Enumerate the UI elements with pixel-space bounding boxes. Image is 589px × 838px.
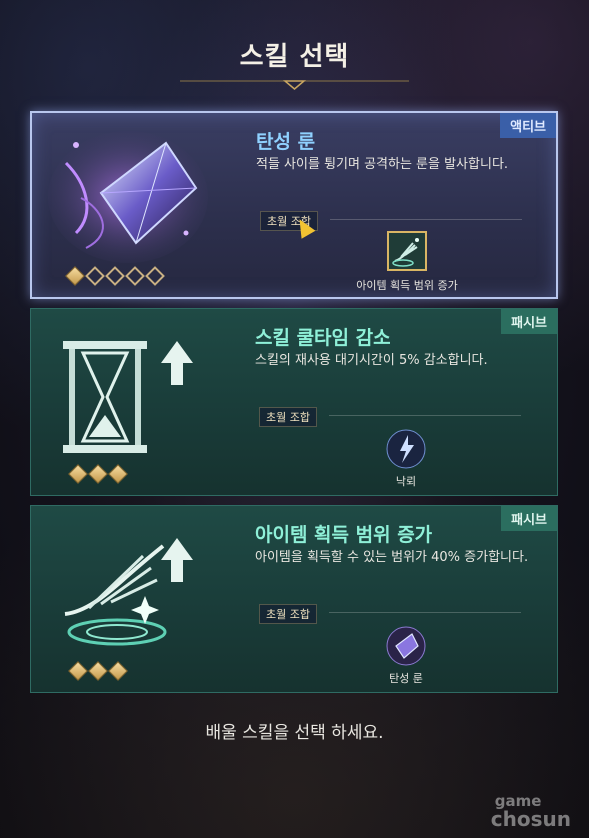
skill-name: 스킬 쿨타임 감소 — [255, 327, 391, 349]
watermark-line2: chosun — [490, 807, 571, 831]
combo-divider — [330, 219, 522, 220]
combo-divider — [329, 612, 521, 613]
title-ornament — [180, 80, 409, 90]
level-gem-empty — [145, 266, 165, 286]
level-gem-filled — [108, 661, 128, 681]
hand-sparkle-icon — [387, 231, 427, 271]
hourglass-icon — [63, 341, 193, 453]
skill-type-badge: 액티브 — [500, 113, 556, 138]
level-gem-filled — [88, 464, 108, 484]
skill-description: 아이템을 획득할 수 있는 범위가 40% 증가합니다. — [255, 550, 529, 565]
skill-type-badge: 패시브 — [501, 506, 557, 531]
transcend-combo-label: 초월 조합 — [259, 407, 317, 427]
skill-level-gems — [68, 661, 128, 681]
skill-card-item-range[interactable]: 패시브 아이템 획득 범위 증가 아이템을 획득할 수 있는 범위가 40% 증… — [30, 505, 558, 693]
transcend-combo-label: 초월 조합 — [259, 604, 317, 624]
skill-level-gems — [65, 266, 165, 286]
hand-sparkle-icon — [64, 538, 193, 646]
combo-skill-name: 낙뢰 — [395, 475, 417, 488]
rune-crystal-icon — [48, 131, 208, 263]
level-gem-empty — [125, 266, 145, 286]
skill-level-gems — [68, 464, 128, 484]
combo-skill-name: 아이템 획득 범위 증가 — [356, 279, 458, 292]
rune-crystal-icon — [386, 626, 426, 666]
level-gem-filled — [68, 661, 88, 681]
skill-card-cooldown-reduction[interactable]: 패시브 스킬 쿨타임 감소 스킬의 재사용 대기시간이 5% 감소합니다. 초월… — [30, 308, 558, 496]
lightning-icon — [386, 429, 426, 469]
combo-divider — [329, 415, 521, 416]
skill-description: 적들 사이를 튕기며 공격하는 룬을 발사합니다. — [256, 157, 509, 172]
level-gem-empty — [105, 266, 125, 286]
watermark: game chosun — [490, 792, 571, 831]
skill-name: 아이템 획득 범위 증가 — [255, 524, 433, 546]
level-gem-filled — [108, 464, 128, 484]
screen-title: 스킬 선택 — [239, 42, 350, 72]
skill-type-badge: 패시브 — [501, 309, 557, 334]
skill-description: 스킬의 재사용 대기시간이 5% 감소합니다. — [255, 353, 488, 368]
level-gem-filled — [88, 661, 108, 681]
combo-skill-name: 탄성 룬 — [389, 672, 423, 685]
level-gem-filled — [65, 266, 85, 286]
skill-card-elastic-rune[interactable]: 액티브 탄성 룬 적들 사이를 튕기며 공격하는 룬을 발사합니다. 초월 조합… — [30, 111, 558, 299]
level-gem-filled — [68, 464, 88, 484]
skill-name: 탄성 룬 — [256, 131, 316, 153]
level-gem-empty — [85, 266, 105, 286]
selection-prompt: 배울 스킬을 선택 하세요. — [205, 723, 384, 743]
